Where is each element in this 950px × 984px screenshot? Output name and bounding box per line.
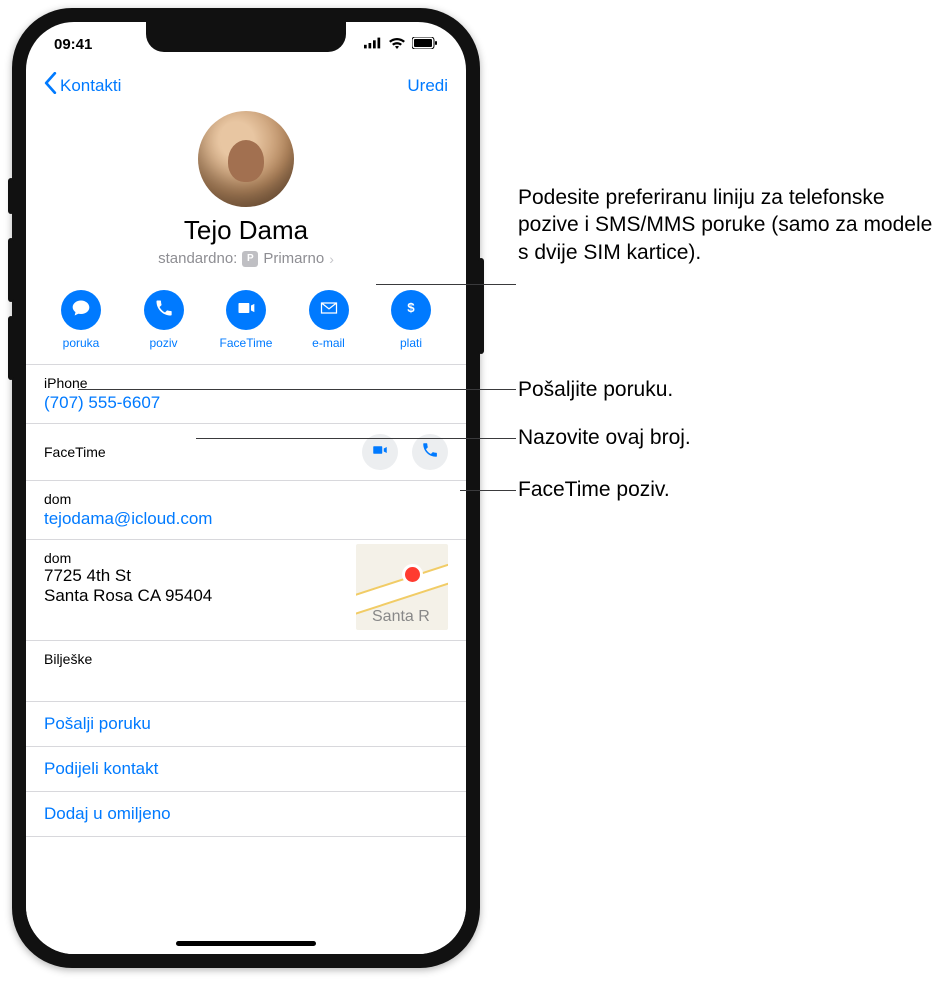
message-button[interactable]: poruka [44,290,118,350]
contact-card: Tejo Dama standardno: P Primarno › poruk… [26,107,466,954]
cellular-icon [364,36,382,53]
callout-line [78,389,516,390]
contact-header: Tejo Dama standardno: P Primarno › [26,107,466,278]
screen: 09:41 Kontakti Uredi [26,22,466,954]
back-label: Kontakti [60,76,121,96]
svg-text:$: $ [407,300,415,315]
address-cell[interactable]: dom 7725 4th St Santa Rosa CA 95404 Sant… [26,539,466,640]
contact-name: Tejo Dama [26,215,466,246]
home-indicator[interactable] [176,941,316,946]
chevron-left-icon [44,72,57,99]
facetime-audio-button[interactable] [412,434,448,470]
mail-icon [319,298,339,323]
callout-text: Pošaljite poruku. [518,376,673,403]
notes-cell[interactable]: Bilješke [26,640,466,701]
share-contact-link[interactable]: Podijeli kontakt [26,746,466,791]
address-line2: Santa Rosa CA 95404 [44,586,344,606]
side-button [478,258,484,354]
message-icon [71,298,91,323]
address-line1: 7725 4th St [44,566,344,586]
phone-cell[interactable]: iPhone (707) 555-6607 [26,364,466,423]
side-button [8,178,14,214]
map-thumbnail[interactable]: Santa R [356,544,448,630]
chevron-right-icon: › [329,251,334,267]
add-favorite-link[interactable]: Dodaj u omiljeno [26,791,466,837]
video-icon [371,441,389,464]
facetime-cell-label: FaceTime [44,444,106,460]
phone-frame: 09:41 Kontakti Uredi [12,8,480,968]
edit-button[interactable]: Uredi [407,76,448,96]
battery-icon [412,36,438,53]
side-button [8,238,14,302]
address-type-label: dom [44,550,344,566]
phone-number: (707) 555-6607 [44,393,448,413]
avatar[interactable] [198,111,294,207]
dollar-icon: $ [401,298,421,323]
callout-line [196,438,516,439]
back-button[interactable]: Kontakti [44,72,121,99]
facetime-label: FaceTime [220,336,273,350]
sim-badge: P [242,251,258,267]
callout-text: FaceTime poziv. [518,476,670,503]
message-label: poruka [63,336,100,350]
send-message-link[interactable]: Pošalji poruku [26,701,466,746]
map-label: Santa R [372,608,430,626]
notch [146,22,346,52]
email-button[interactable]: e-mail [292,290,366,350]
navigation-bar: Kontakti Uredi [26,66,466,107]
email-type-label: dom [44,491,448,507]
video-icon [236,298,256,323]
action-row: poruka poziv FaceTime e-mail $ plati [26,278,466,364]
wifi-icon [388,36,406,53]
notes-label: Bilješke [44,651,448,667]
facetime-video-button[interactable] [362,434,398,470]
call-label: poziv [149,336,177,350]
email-cell[interactable]: dom tejodama@icloud.com [26,480,466,539]
callout-line [376,284,516,285]
call-button[interactable]: poziv [127,290,201,350]
callout-text: Podesite preferiranu liniju za telefonsk… [518,184,938,266]
facetime-button[interactable]: FaceTime [209,290,283,350]
facetime-cell: FaceTime [26,423,466,480]
phone-icon [154,298,174,323]
callout-line [460,490,516,491]
default-line-value: Primarno [263,250,324,267]
pay-label: plati [400,336,422,350]
status-icons [364,36,438,53]
side-button [8,316,14,380]
default-line-label: standardno: [158,250,237,267]
pay-button[interactable]: $ plati [374,290,448,350]
email-value: tejodama@icloud.com [44,509,448,529]
status-time: 09:41 [54,36,92,53]
callout-text: Nazovite ovaj broj. [518,424,691,451]
email-label: e-mail [312,336,345,350]
default-line-selector[interactable]: standardno: P Primarno › [158,250,334,267]
phone-icon [421,441,439,464]
